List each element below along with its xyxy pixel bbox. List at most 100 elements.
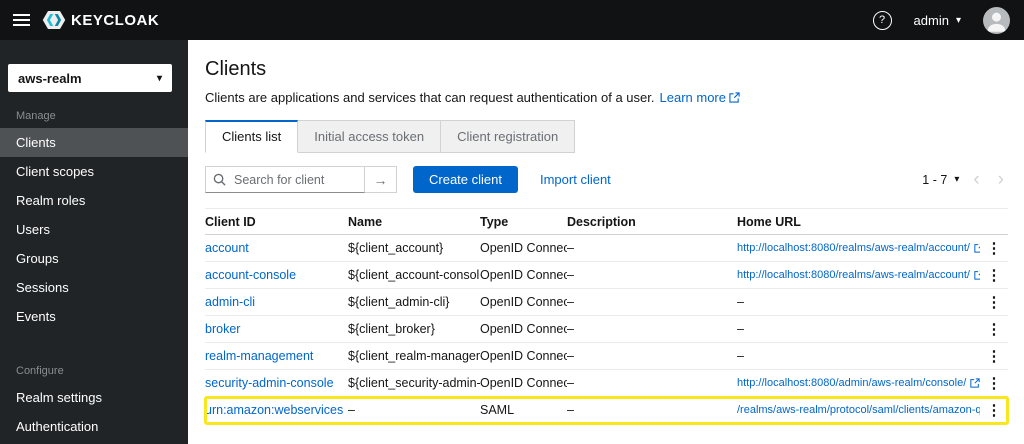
search-group: → [205,166,397,193]
search-input[interactable] [205,166,365,193]
home-url-link[interactable]: /realms/aws-realm/protocol/saml/clients/… [737,404,980,416]
client-description: – [567,403,574,417]
client-type: OpenID Connect [480,268,567,282]
sidebar-item-users[interactable]: Users [0,215,188,244]
external-link-icon [729,92,740,103]
create-client-button[interactable]: Create client [413,166,518,193]
sidebar-item-client-scopes[interactable]: Client scopes [0,157,188,186]
client-description: – [567,241,574,255]
sidebar-item-clients[interactable]: Clients [0,128,188,157]
client-name: ${client_account-console} [348,268,480,282]
table-row: security-admin-console ${client_security… [205,370,1008,397]
kebab-menu-button[interactable]: ⋮ [980,239,1008,257]
kebab-menu-button[interactable]: ⋮ [980,320,1008,338]
tab-initial-access-token[interactable]: Initial access token [298,120,442,153]
client-name: ${client_security-admin-… [348,376,480,390]
user-avatar-icon [987,12,1006,32]
external-link-icon [970,378,980,388]
client-name: ${client_account} [348,241,444,255]
sidebar-item-authentication[interactable]: Authentication [0,412,188,441]
kebab-menu-button[interactable]: ⋮ [980,401,1008,419]
nav-section-label: Configure [16,365,64,377]
kebab-menu-button[interactable]: ⋮ [980,293,1008,311]
table-row: realm-management ${client_realm-managem…… [205,343,1008,370]
client-id-link[interactable]: account [205,241,249,255]
keycloak-admin-console: KEYCLOAK ? admin ▾ aws-realm ▾ Manage Cl… [0,0,1024,444]
page-description: Clients are applications and services th… [205,90,655,105]
toolbar: → Create client Import client 1 - 7 ▾ ‹ … [205,166,1008,193]
client-id-link[interactable]: account-console [205,268,296,282]
kebab-menu-button[interactable]: ⋮ [980,374,1008,392]
sidebar-item-realm-roles[interactable]: Realm roles [0,186,188,215]
client-description: – [567,322,574,336]
client-description: – [567,349,574,363]
table-row: account-console ${client_account-console… [205,262,1008,289]
kebab-menu-button[interactable]: ⋮ [980,347,1008,365]
column-header-type: Type [480,214,509,229]
client-type: OpenID Connect [480,349,567,363]
column-header-description: Description [567,214,636,229]
realm-name: aws-realm [18,70,82,86]
column-header-name: Name [348,214,383,229]
client-home-url: – [737,349,744,363]
tab-clients-list[interactable]: Clients list [205,120,299,153]
client-name: ${client_admin-cli} [348,295,450,309]
client-name: – [348,403,355,417]
keycloak-brand[interactable]: KEYCLOAK [42,8,159,32]
user-avatar[interactable] [983,6,1010,34]
sidebar-item-groups[interactable]: Groups [0,244,188,273]
pagination-dropdown[interactable]: 1 - 7 ▾ [922,173,959,187]
tab-client-registration[interactable]: Client registration [441,120,576,153]
learn-more-link[interactable]: Learn more [660,90,740,105]
sidebar-item-sessions[interactable]: Sessions [0,273,188,302]
kebab-menu-button[interactable]: ⋮ [980,266,1008,284]
client-id-link[interactable]: security-admin-console [205,376,334,390]
sidebar-item-events[interactable]: Events [0,302,188,331]
caret-down-icon: ▾ [955,14,961,26]
client-type: OpenID Connect [480,241,567,255]
sidebar: aws-realm ▾ Manage Clients Client scopes… [0,40,188,444]
masthead-right: ? admin ▾ [872,6,1024,34]
home-url-link[interactable]: http://localhost:8080/admin/aws-realm/co… [737,377,966,389]
user-menu-button[interactable]: admin ▾ [914,13,961,28]
table-row-highlighted: urn:amazon:webservices – SAML – /realms/… [204,396,1009,425]
table-row: account ${client_account} OpenID Connect… [205,235,1008,262]
client-type: SAML [480,403,515,417]
table-header-row: Client ID Name Type Description Home URL [205,208,1008,235]
home-url-link[interactable]: http://localhost:8080/realms/aws-realm/a… [737,242,970,254]
client-type: OpenID Connect [480,376,567,390]
client-id-link[interactable]: broker [205,322,240,336]
client-description: – [567,376,574,390]
keycloak-logo-icon [42,11,66,29]
prev-page-button[interactable]: ‹ [969,170,983,189]
main-content: Clients Clients are applications and ser… [188,40,1024,444]
pagination: 1 - 7 ▾ ‹ › [922,170,1008,189]
nav-section-configure: Configure Realm settings Authentication [0,331,188,441]
help-icon[interactable]: ? [872,10,892,30]
table-row: broker ${client_broker} OpenID Connect –… [205,316,1008,343]
import-client-link[interactable]: Import client [540,172,611,187]
hamburger-menu-button[interactable] [0,0,42,40]
caret-down-icon: ▾ [954,174,960,185]
masthead: KEYCLOAK ? admin ▾ [0,0,1024,40]
next-page-button[interactable]: › [994,170,1008,189]
nav-section-label: Manage [16,110,56,122]
client-id-link[interactable]: admin-cli [205,295,255,309]
client-id-link[interactable]: urn:amazon:webservices [205,403,343,417]
brand-text: KEYCLOAK [71,11,160,29]
client-description: – [567,295,574,309]
username: admin [913,12,949,28]
page-title: Clients [205,58,267,80]
client-name: ${client_realm-managem… [348,349,480,363]
search-submit-button[interactable]: → [365,166,397,193]
caret-down-icon: ▾ [156,72,162,84]
home-url-link[interactable]: http://localhost:8080/realms/aws-realm/a… [737,269,970,281]
search-icon [213,173,226,186]
client-home-url: – [737,322,744,336]
column-header-home-url: Home URL [737,214,801,229]
realm-selector[interactable]: aws-realm ▾ [8,64,172,92]
client-type: OpenID Connect [480,322,567,336]
sidebar-item-realm-settings[interactable]: Realm settings [0,383,188,412]
client-id-link[interactable]: realm-management [205,349,313,363]
clients-table: Client ID Name Type Description Home URL… [204,208,1009,425]
